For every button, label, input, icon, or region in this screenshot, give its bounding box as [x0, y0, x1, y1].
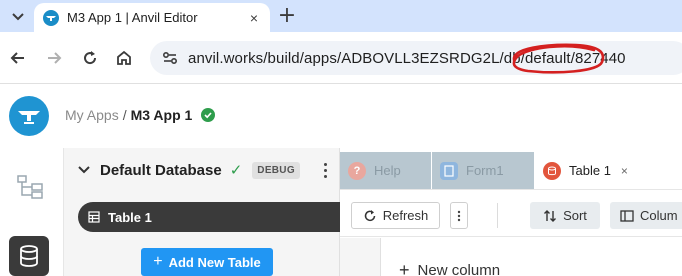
new-column-button[interactable]: + New column	[399, 260, 500, 276]
table-list-item[interactable]: Table 1	[78, 202, 340, 232]
arrow-right-icon	[48, 52, 62, 64]
tab-form1-label: Form1	[466, 163, 504, 178]
tab-help[interactable]: ? Help	[340, 152, 431, 189]
help-icon: ?	[348, 161, 366, 180]
table-grid-icon	[88, 211, 100, 223]
columns-button[interactable]: Colum	[610, 202, 682, 229]
refresh-label: Refresh	[382, 208, 429, 223]
tab-title: M3 App 1 | Anvil Editor	[67, 10, 198, 25]
sort-icon	[544, 209, 557, 222]
more-options-button[interactable]	[450, 202, 468, 229]
plus-icon: +	[153, 253, 163, 270]
tab-form1[interactable]: Form1	[432, 152, 534, 189]
arrow-left-icon	[10, 52, 24, 64]
app-browser-tree-icon[interactable]	[16, 172, 44, 200]
home-icon	[117, 50, 131, 65]
browser-toolbar: anvil.works/build/apps/ADBOVLL3EZSRDG2L/…	[0, 32, 682, 84]
anvil-logo-icon	[43, 9, 59, 26]
tab-search-icon[interactable]	[8, 6, 28, 26]
red-annotation-circle-icon	[512, 43, 605, 74]
form-icon	[440, 161, 458, 180]
columns-label: Colum	[640, 208, 678, 223]
close-icon[interactable]: ×	[621, 164, 628, 178]
reload-button[interactable]	[78, 46, 102, 70]
browser-tab[interactable]: M3 App 1 | Anvil Editor ×	[34, 3, 270, 32]
new-tab-button[interactable]: +	[276, 3, 298, 28]
site-settings-icon[interactable]	[160, 48, 180, 68]
add-new-table-button[interactable]: + Add New Table	[141, 248, 273, 276]
database-title: Default Database	[100, 161, 222, 179]
refresh-icon	[364, 209, 375, 221]
check-circle-icon	[201, 108, 216, 122]
close-icon[interactable]: ×	[244, 8, 264, 28]
table-grid: + New column	[340, 238, 682, 276]
breadcrumb-my-apps[interactable]: My Apps	[65, 107, 119, 123]
table-list-item-label: Table 1	[108, 209, 152, 225]
table-toolbar: Refresh Sort Colum	[340, 189, 682, 237]
tab-help-label: Help	[374, 163, 401, 178]
grid-column-area: + New column	[380, 238, 682, 276]
toolbar-divider	[497, 203, 498, 228]
more-vertical-icon	[457, 210, 461, 221]
anvil-app-logo-icon[interactable]	[9, 96, 49, 136]
refresh-button[interactable]: Refresh	[351, 202, 440, 229]
columns-icon	[620, 209, 634, 222]
data-tables-button[interactable]	[9, 236, 49, 276]
tab-table1-label: Table 1	[569, 163, 611, 178]
app-header: My Apps / M3 App 1	[0, 85, 682, 147]
add-new-table-label: Add New Table	[168, 254, 261, 270]
sort-button[interactable]: Sort	[530, 202, 600, 229]
database-panel: Default Database ✓ DEBUG Table 1 + Add N…	[64, 148, 340, 276]
chevron-down-icon[interactable]	[76, 162, 92, 178]
editor-tab-bar: ? Help Form1 Table 1 ×	[340, 148, 682, 189]
database-icon	[20, 245, 38, 267]
more-options-icon[interactable]	[318, 158, 332, 182]
home-button[interactable]	[112, 46, 136, 70]
reload-icon	[84, 51, 97, 65]
back-button[interactable]	[6, 46, 30, 70]
table-icon	[543, 161, 561, 180]
tab-table1[interactable]: Table 1 ×	[535, 152, 643, 189]
breadcrumb-separator: /	[122, 107, 127, 123]
breadcrumb: My Apps / M3 App 1	[65, 107, 216, 123]
tab-strip: M3 App 1 | Anvil Editor × +	[0, 0, 682, 32]
database-header: Default Database ✓ DEBUG	[64, 148, 340, 192]
plus-icon: +	[399, 260, 410, 276]
forward-button[interactable]	[42, 46, 66, 70]
sidebar-rail	[0, 148, 64, 276]
breadcrumb-app-name[interactable]: M3 App 1	[131, 107, 193, 123]
sort-label: Sort	[563, 208, 587, 223]
browser-window: M3 App 1 | Anvil Editor × + anvil.works/…	[0, 0, 682, 276]
new-column-label: New column	[417, 262, 501, 276]
debug-badge: DEBUG	[252, 161, 300, 179]
check-icon: ✓	[229, 162, 243, 179]
